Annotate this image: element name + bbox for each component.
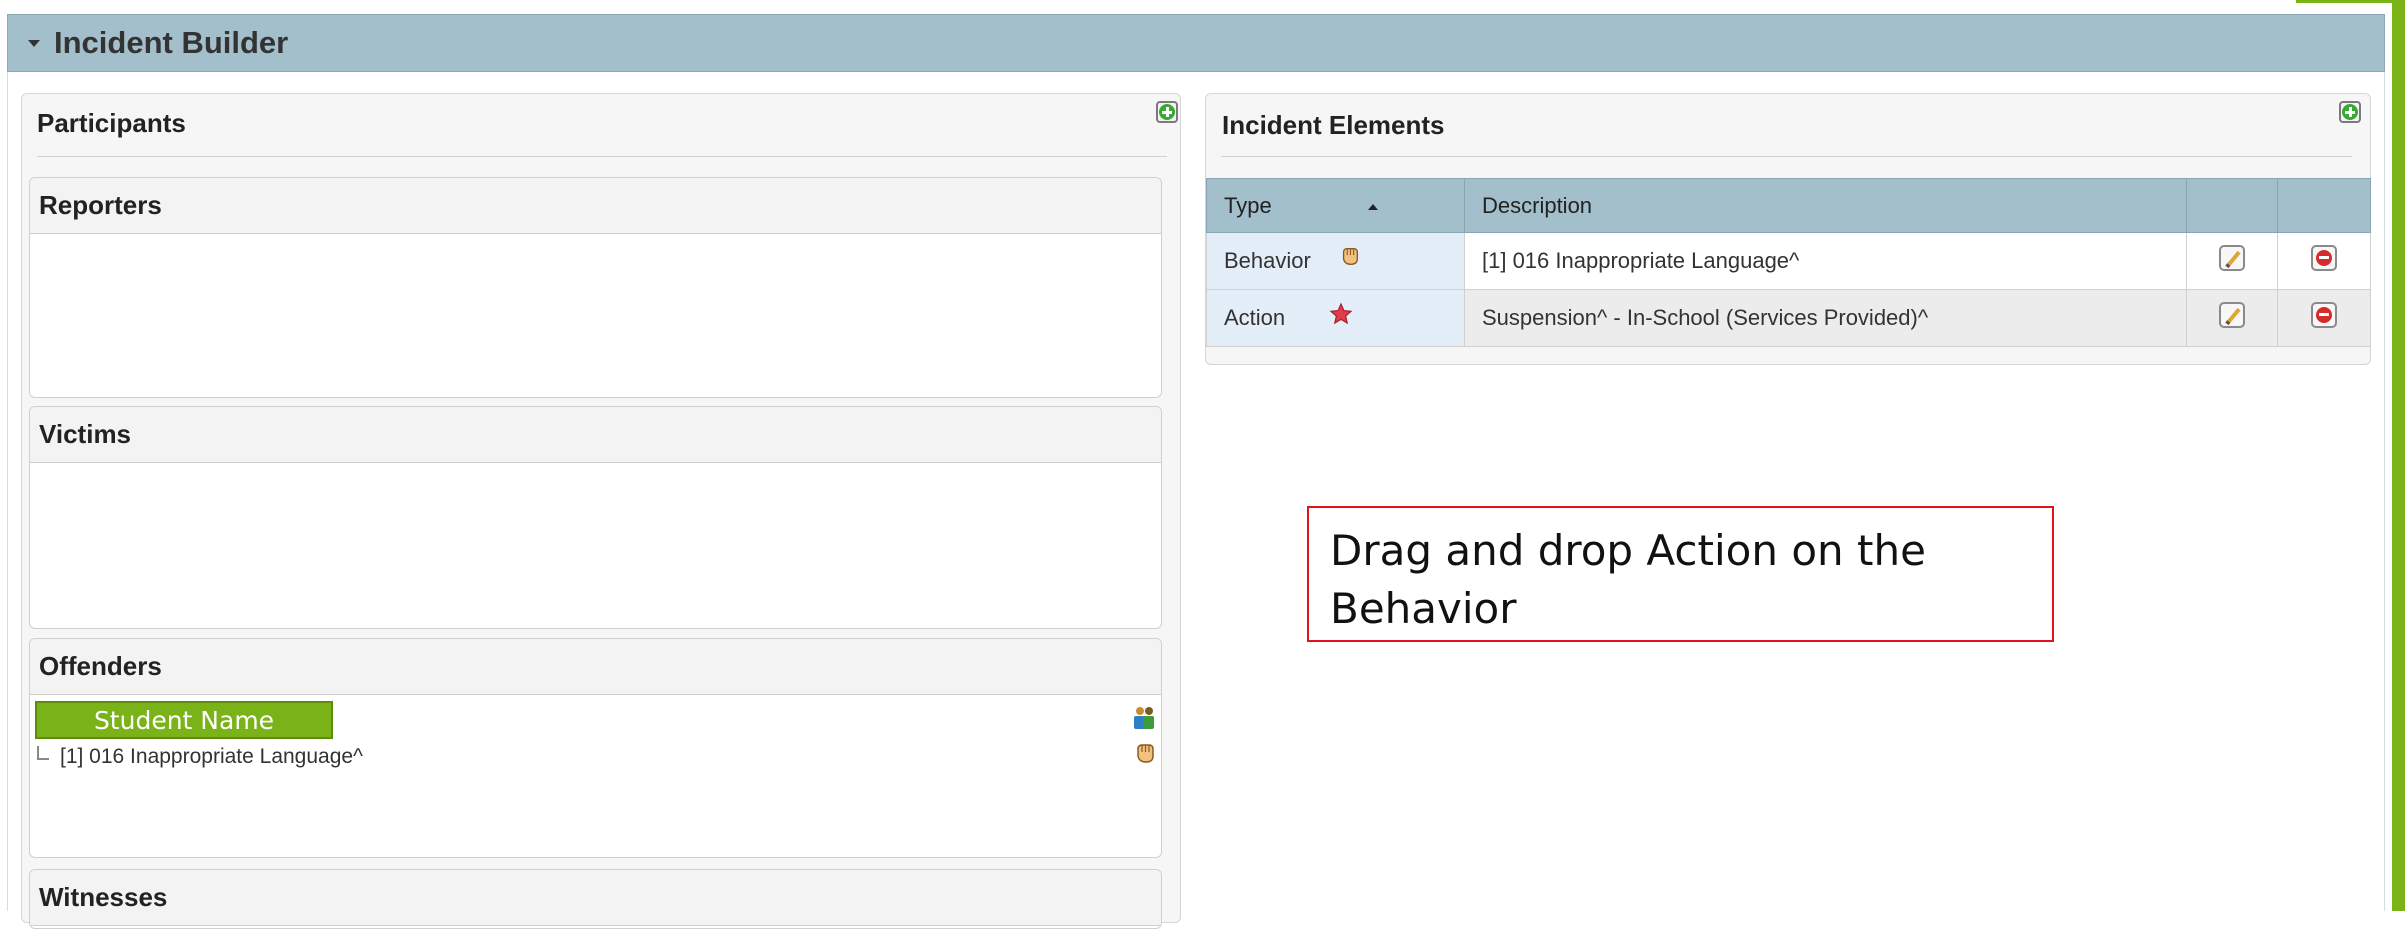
fist-icon <box>1137 744 1154 763</box>
column-header-type[interactable]: Type <box>1206 178 1465 233</box>
people-icon[interactable] <box>1131 705 1157 731</box>
tree-connector <box>37 746 49 760</box>
offense-label: [1] 016 Inappropriate Language^ <box>60 745 363 768</box>
delete-cell <box>2277 232 2371 290</box>
table-row[interactable]: Behavior [1] 016 Inappropriate Language^ <box>1206 232 2371 290</box>
add-icon <box>2342 104 2358 120</box>
description-cell: Suspension^ - In-School (Services Provid… <box>1464 289 2187 347</box>
column-header-edit <box>2186 178 2278 233</box>
table-row[interactable]: Action Suspension^ - In-School (Services… <box>1206 289 2371 347</box>
delete-cell <box>2277 289 2371 347</box>
type-label: Action <box>1224 305 1286 330</box>
participants-title: Participants <box>37 108 186 138</box>
divider <box>1221 156 2352 157</box>
edit-cell <box>2186 289 2278 347</box>
offender-offense-item[interactable]: [1] 016 Inappropriate Language^ <box>37 745 363 769</box>
delete-minus-icon[interactable] <box>2311 302 2337 328</box>
edit-pencil-icon[interactable] <box>2219 245 2245 271</box>
reporters-group[interactable]: Reporters <box>29 177 1162 398</box>
edit-pencil-icon[interactable] <box>2219 302 2245 328</box>
victims-label: Victims <box>30 407 1161 463</box>
collapse-caret-icon[interactable] <box>28 39 40 47</box>
decorative-top-line <box>2296 0 2405 3</box>
add-icon <box>1159 104 1175 120</box>
incident-elements-title: Incident Elements <box>1222 110 1445 140</box>
offenders-label: Offenders <box>30 639 1161 695</box>
victims-group[interactable]: Victims <box>29 406 1162 629</box>
type-cell[interactable]: Behavior <box>1206 232 1465 290</box>
sort-ascending-icon <box>1367 203 1378 210</box>
table-header-row: Type Description <box>1206 178 2371 233</box>
edit-cell <box>2186 232 2278 290</box>
divider <box>37 156 1167 157</box>
add-participant-button[interactable] <box>1156 101 1178 123</box>
type-cell[interactable]: Action <box>1206 289 1465 347</box>
decorative-side-bar <box>2392 0 2405 911</box>
reporters-label: Reporters <box>30 178 1161 234</box>
incident-elements-table: Type Description Behavior [1] 016 Inappr… <box>1206 178 2371 347</box>
instruction-callout: Drag and drop Action on the Behavior <box>1307 506 2054 642</box>
column-header-description[interactable]: Description <box>1464 178 2187 233</box>
page-title: Incident Builder <box>54 25 289 60</box>
delete-minus-icon[interactable] <box>2311 245 2337 271</box>
student-name-tag[interactable]: Student Name <box>35 701 333 739</box>
incident-builder-header[interactable]: Incident Builder <box>7 14 2385 72</box>
witnesses-label: Witnesses <box>30 870 1161 926</box>
witnesses-group[interactable]: Witnesses <box>29 869 1162 929</box>
star-icon <box>1329 302 1353 325</box>
fist-icon <box>1342 248 1358 266</box>
type-header-label: Type <box>1224 192 1272 218</box>
add-element-button[interactable] <box>2339 101 2361 123</box>
type-label: Behavior <box>1224 248 1311 273</box>
description-cell: [1] 016 Inappropriate Language^ <box>1464 232 2187 290</box>
column-header-delete <box>2277 178 2371 233</box>
